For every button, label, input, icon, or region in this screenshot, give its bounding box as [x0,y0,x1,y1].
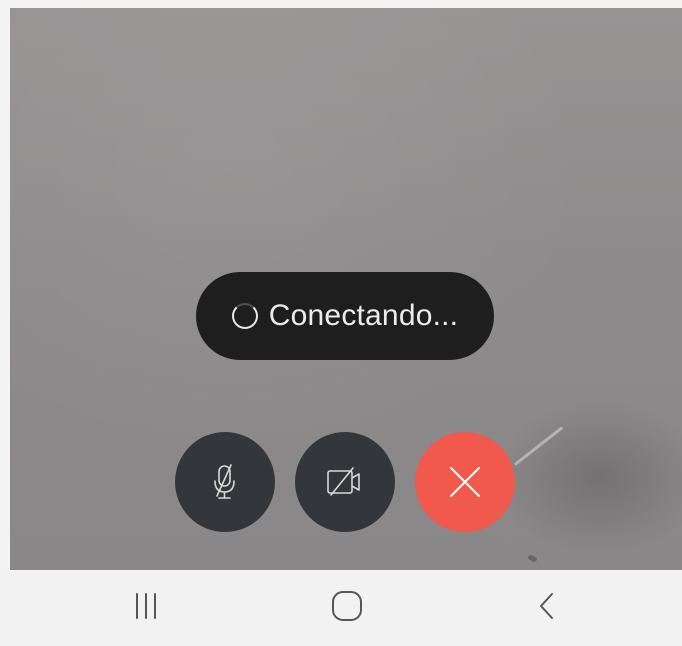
recents-icon [131,591,161,626]
home-button[interactable] [317,580,377,636]
mic-button[interactable] [175,432,275,532]
camera-button[interactable] [295,432,395,532]
back-chevron-icon [533,591,563,626]
system-navigation-bar [0,570,682,646]
close-icon [445,462,485,502]
hangup-button[interactable] [415,432,515,532]
mic-off-icon [205,462,245,502]
preview-speck-mark [527,554,538,563]
recents-button[interactable] [116,580,176,636]
video-off-icon [323,462,367,502]
preview-scratch-mark [514,426,564,466]
connection-status-pill: Conectando... [196,272,494,360]
connection-status-text: Conectando... [268,299,459,332]
back-button[interactable] [518,580,578,636]
video-call-screen: Conectando... [0,0,682,646]
loading-spinner-icon [231,303,258,329]
home-icon [330,589,364,628]
